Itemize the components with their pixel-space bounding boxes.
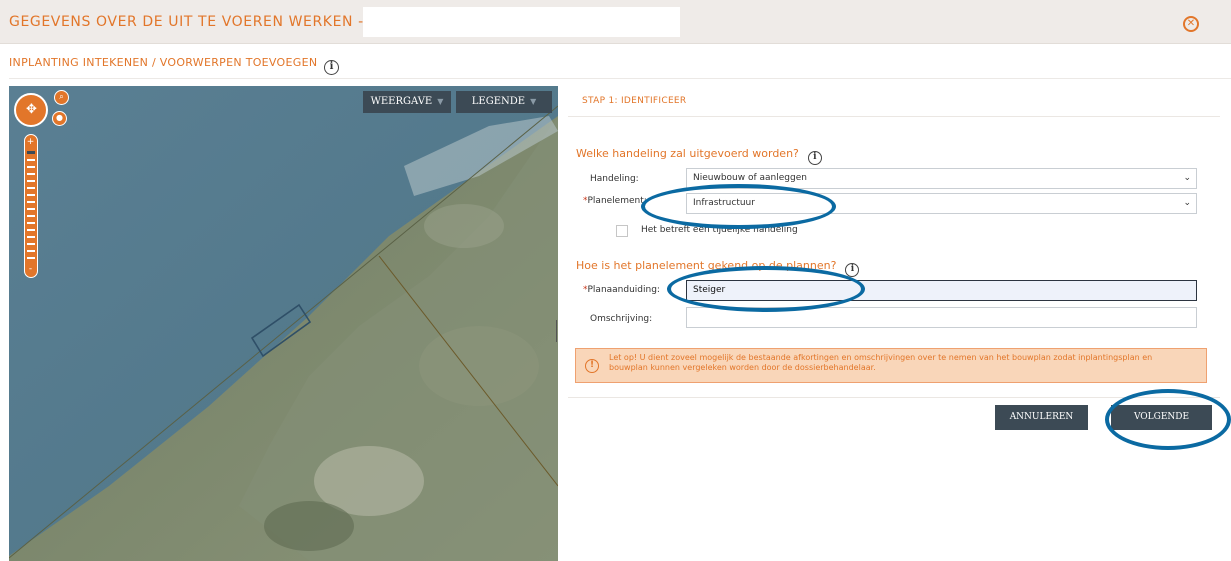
location-pin-icon[interactable]: ● xyxy=(52,111,67,126)
chevron-down-icon: ⌄ xyxy=(1183,173,1191,183)
question-handeling: Welke handeling zal uitgevoerd worden? i xyxy=(576,147,822,165)
divider xyxy=(9,78,1231,79)
legende-button[interactable]: LEGENDE ▼ xyxy=(456,91,552,113)
cancel-button[interactable]: ANNULEREN xyxy=(995,405,1088,430)
location-field[interactable] xyxy=(363,7,680,37)
map-view[interactable]: ✥ ⌕ ● + - WEERGAVE ▼ LEGENDE ▼ xyxy=(9,86,558,561)
pan-control[interactable]: ✥ xyxy=(14,93,48,127)
info-icon[interactable]: i xyxy=(324,60,340,75)
pan-arrows-icon: ✥ xyxy=(26,102,37,117)
planaanduiding-label: *Planaanduiding: xyxy=(583,285,660,295)
info-icon[interactable]: i xyxy=(807,151,822,165)
weergave-label: WEERGAVE xyxy=(370,96,433,107)
panel-resize-handle[interactable] xyxy=(556,320,557,342)
search-icon[interactable]: ⌕ xyxy=(54,90,69,105)
planelement-label: *Planelement: xyxy=(583,196,647,206)
tijdelijk-checkbox[interactable] xyxy=(616,225,628,237)
form-panel: STAP 1: IDENTIFICEER Welke handeling zal… xyxy=(568,86,1220,561)
annotation-ring-planaanduiding xyxy=(667,266,865,312)
annotation-ring-next xyxy=(1105,389,1231,450)
step-title: STAP 1: IDENTIFICEER xyxy=(582,96,687,106)
omschrijving-label: Omschrijving: xyxy=(590,314,653,324)
handeling-label: Handeling: xyxy=(590,174,639,184)
annotation-ring-planelement xyxy=(641,184,836,229)
warning-icon: ! xyxy=(585,359,599,373)
planelement-label-text: Planelement: xyxy=(587,196,647,206)
warning-alert: ! Let op! U dient zoveel mogelijk de bes… xyxy=(575,348,1207,383)
zoom-out-icon[interactable]: - xyxy=(25,265,36,274)
zoom-in-icon[interactable]: + xyxy=(25,138,36,147)
question-handeling-text: Welke handeling zal uitgevoerd worden? xyxy=(576,147,799,160)
close-circle-icon[interactable]: ✕ xyxy=(1183,16,1199,32)
chevron-down-icon: ⌄ xyxy=(1183,198,1191,208)
aerial-imagery xyxy=(9,86,558,561)
planaanduiding-label-text: Planaanduiding: xyxy=(587,285,660,295)
info-icon[interactable]: i xyxy=(845,263,860,277)
legende-label: LEGENDE xyxy=(471,96,526,107)
zoom-handle[interactable] xyxy=(27,151,35,154)
divider xyxy=(568,116,1220,117)
weergave-button[interactable]: WEERGAVE ▼ xyxy=(363,91,451,113)
header-bar: GEGEVENS OVER DE UIT TE VOEREN WERKEN - … xyxy=(0,0,1231,44)
zoom-slider[interactable]: + - xyxy=(24,134,38,278)
section-title-text: INPLANTING INTEKENEN / VOORWERPEN TOEVOE… xyxy=(9,56,318,69)
section-title: INPLANTING INTEKENEN / VOORWERPEN TOEVOE… xyxy=(9,56,340,75)
caret-down-icon: ▼ xyxy=(530,97,537,106)
alert-message: Let op! U dient zoveel mogelijk de besta… xyxy=(609,353,1153,372)
caret-down-icon: ▼ xyxy=(437,97,444,106)
handeling-value: Nieuwbouw of aanleggen xyxy=(693,173,807,183)
